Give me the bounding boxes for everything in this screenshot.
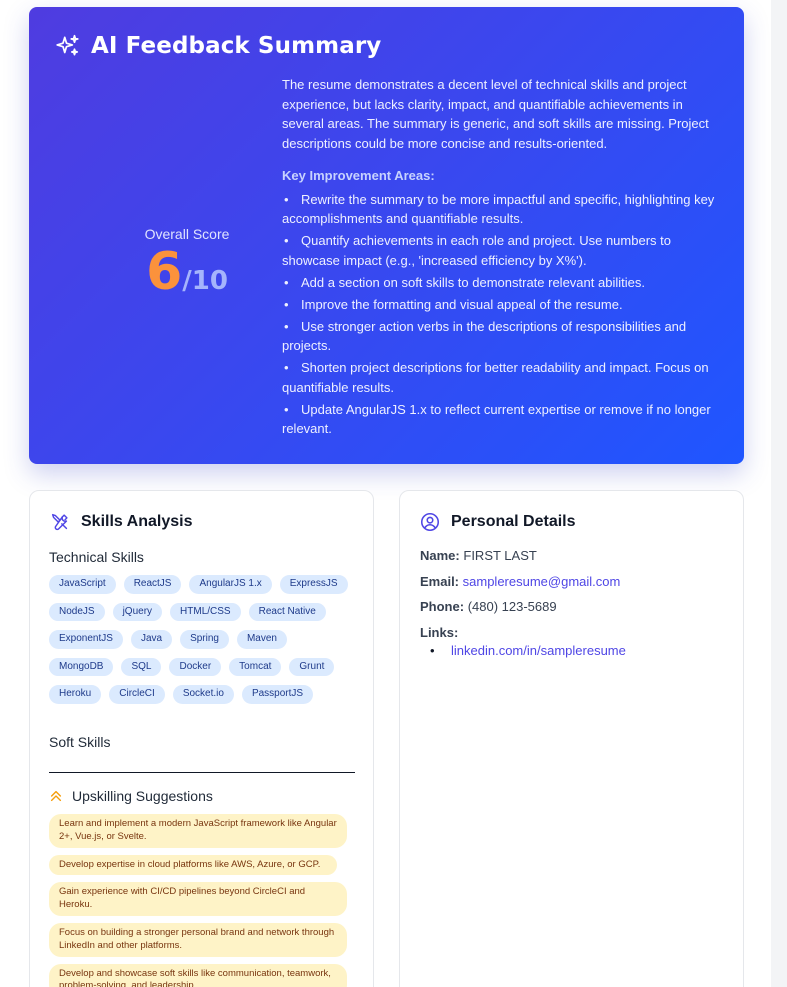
skill-tag: Grunt (289, 657, 335, 676)
skill-tag: AngularJS 1.x (189, 575, 272, 594)
personal-title: Personal Details (451, 513, 576, 530)
upskilling-list: Learn and implement a modern JavaScript … (49, 814, 349, 987)
suggestion-item: Develop and showcase soft skills like co… (49, 963, 347, 987)
suggestion-item: Gain experience with CI/CD pipelines bey… (49, 882, 347, 916)
suggestion-item: Focus on building a stronger personal br… (49, 922, 347, 957)
summary-title: AI Feedback Summary (91, 33, 382, 59)
technical-skills-title: Technical Skills (49, 549, 144, 565)
name-row: Name: FIRST LAST (420, 548, 537, 563)
upskilling-header: Upskilling Suggestions (49, 788, 213, 804)
upskilling-title: Upskilling Suggestions (72, 788, 213, 804)
email-label: Email: (420, 574, 460, 589)
list-item: • Add a section on soft skills to demonst… (284, 274, 645, 290)
skill-tag: JavaScript (49, 575, 116, 594)
skills-analysis-card: Skills Analysis Technical Skills JavaScr… (29, 490, 374, 987)
linkedin-link[interactable]: linkedin.com/in/sampleresume (451, 643, 626, 658)
list-item: • Quantify achievements in each role and … (282, 233, 671, 268)
skill-tag: ExpressJS (279, 575, 348, 594)
suggestion-item: Learn and implement a modern JavaScript … (49, 814, 347, 848)
tools-icon (51, 513, 68, 531)
skill-tag: NodeJS (49, 602, 105, 621)
skill-tag: ReactJS (123, 575, 182, 594)
key-improvement-list: • Rewrite the summary to be more impactfu… (282, 190, 722, 439)
skill-tag: ExponentJS (49, 630, 123, 649)
skill-tag: Tomcat (229, 657, 282, 676)
personal-details-card: Personal Details Name: FIRST LAST Email:… (399, 490, 744, 987)
list-item: • Shorten project descriptions for better… (282, 360, 709, 395)
skill-tag: React Native (248, 602, 326, 621)
skill-tag: Socket.io (172, 685, 234, 704)
skill-tag: Spring (180, 630, 229, 649)
scrollbar-track[interactable] (771, 0, 787, 987)
personal-header: Personal Details (419, 511, 576, 533)
technical-skill-tags: JavaScript ReactJS AngularJS 1.x Express… (49, 575, 359, 704)
links-label: Links: (420, 625, 459, 640)
skills-header: Skills Analysis (49, 511, 192, 533)
overall-score: Overall Score 6 /10 (117, 226, 257, 298)
phone-row: Phone: (480) 123-5689 (420, 599, 557, 614)
links-row: Links: (420, 625, 458, 640)
phone-label: Phone: (420, 599, 465, 614)
skill-tag: MongoDB (49, 657, 114, 676)
skill-tag: Heroku (49, 685, 102, 704)
skill-tag: Docker (169, 657, 222, 676)
skill-tag: CircleCI (109, 685, 165, 704)
skill-tag: HTML/CSS (170, 602, 241, 621)
email-row: Email: sampleresume@gmail.com (420, 574, 620, 589)
skill-tag: jQuery (112, 602, 163, 621)
skills-title: Skills Analysis (81, 513, 193, 530)
links-list: • linkedin.com/in/sampleresume (430, 643, 626, 658)
soft-skills-title: Soft Skills (49, 734, 111, 750)
chevrons-up-icon (50, 790, 62, 802)
skill-tag: Maven (236, 630, 287, 649)
email-link[interactable]: sampleresume@gmail.com (463, 574, 621, 589)
list-item: • Update AngularJS 1.x to reflect current… (282, 401, 711, 437)
user-circle-icon (420, 512, 440, 532)
key-improvement-title: Key Improvement Areas: (282, 168, 435, 183)
summary-body: The resume demonstrates a decent level o… (282, 75, 722, 441)
score-max: /10 (182, 266, 228, 296)
feedback-summary-card: AI Feedback Summary Overall Score 6 /10 … (29, 7, 744, 464)
summary-overview: The resume demonstrates a decent level o… (282, 77, 709, 151)
list-item: • Rewrite the summary to be more impactfu… (282, 191, 715, 227)
skill-tag: SQL (121, 657, 162, 676)
suggestion-item: Develop expertise in cloud platforms lik… (49, 854, 337, 876)
name-label: Name: (420, 548, 460, 563)
skill-tag: PassportJS (241, 685, 314, 704)
list-item: • Improve the formatting and visual appea… (284, 296, 623, 312)
name-value: FIRST LAST (463, 548, 537, 563)
score-label: Overall Score (144, 226, 230, 242)
divider (49, 772, 355, 773)
phone-value: (480) 123-5689 (467, 599, 557, 614)
score-number: 6 (146, 242, 183, 302)
skill-tag: Java (130, 630, 173, 649)
list-item: • linkedin.com/in/sampleresume (430, 643, 626, 658)
sparkles-icon (56, 34, 79, 56)
summary-header: AI Feedback Summary (55, 33, 381, 59)
score-value: 6 /10 (117, 246, 257, 298)
list-item: • Use stronger action verbs in the descri… (282, 318, 687, 354)
